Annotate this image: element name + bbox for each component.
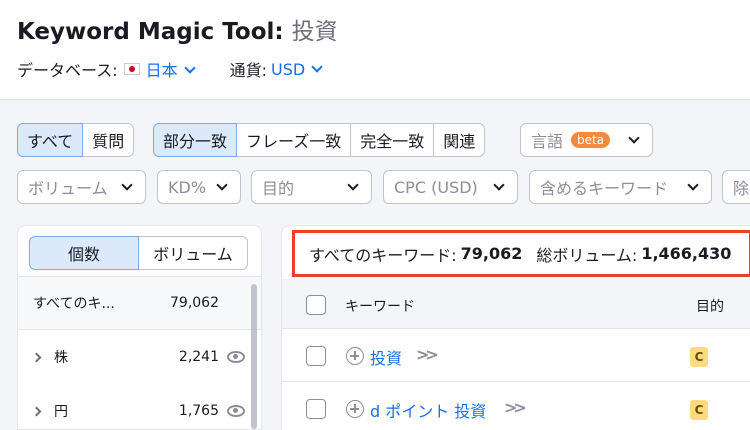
eye-icon[interactable] xyxy=(227,351,245,363)
kd-filter-label: KD% xyxy=(168,177,207,197)
tab-related[interactable]: 関連 xyxy=(433,123,486,157)
all-keywords-label: すべてのキーワード: xyxy=(309,245,457,265)
chevron-down-icon xyxy=(216,179,228,191)
currency-label: 通貨: xyxy=(229,61,268,80)
group-count: 2,241 xyxy=(178,349,219,365)
group-item[interactable]: 株 2,241 xyxy=(18,330,261,384)
total-volume-label: 総ボリューム: xyxy=(536,245,638,265)
tab-broad-match[interactable]: 部分一致 xyxy=(153,123,238,157)
group-item-all[interactable]: すべてのキ... 79,062 xyxy=(18,276,261,330)
add-to-list-icon[interactable] xyxy=(346,347,364,365)
chevron-down-icon xyxy=(493,179,505,191)
intent-badge: C xyxy=(690,347,708,367)
volume-filter-dropdown[interactable]: ボリューム xyxy=(17,170,146,204)
beta-badge: beta xyxy=(571,132,611,148)
row-checkbox[interactable] xyxy=(306,346,326,366)
kd-filter-dropdown[interactable]: KD% xyxy=(157,170,241,204)
tab-exact-match[interactable]: 完全一致 xyxy=(350,123,435,157)
sort-by-volume-button[interactable]: ボリューム xyxy=(138,236,248,270)
double-chevron-right-icon[interactable]: >> xyxy=(504,398,527,417)
question-filter-tabs: すべて 質問 xyxy=(17,123,135,157)
language-label: 言語 xyxy=(531,132,564,151)
japan-flag-icon xyxy=(123,63,140,75)
database-selector[interactable]: 日本 xyxy=(146,57,198,81)
language-dropdown[interactable]: 言語 beta xyxy=(520,123,653,157)
exclude-keywords-label: 除 xyxy=(733,179,750,198)
table-row: 投資 >> C xyxy=(282,330,750,382)
group-count: 79,062 xyxy=(170,295,219,311)
column-header-intent[interactable]: 目的 xyxy=(696,296,724,316)
group-label: 株 xyxy=(54,350,68,366)
page-title: Keyword Magic Tool: 投資 xyxy=(17,12,338,46)
keyword-groups-panel: 個数 ボリューム すべてのキ... 79,062 株 2,241 円 1,765 xyxy=(17,225,262,430)
include-keywords-label: 含めるキーワード xyxy=(540,179,669,198)
select-all-checkbox[interactable] xyxy=(306,295,326,315)
match-type-tabs: 部分一致 フレーズ一致 完全一致 関連 xyxy=(153,123,486,157)
page-header: Keyword Magic Tool: 投資 データベース: 日本 通貨: USD xyxy=(0,0,750,100)
keyword-link[interactable]: d ポイント 投資 xyxy=(370,398,486,422)
sort-by-count-button[interactable]: 個数 xyxy=(29,236,139,270)
chevron-down-icon xyxy=(183,62,196,74)
database-label: データベース: xyxy=(17,61,118,80)
double-chevron-right-icon[interactable]: >> xyxy=(416,345,439,364)
chevron-down-icon xyxy=(311,60,323,73)
group-label: 円 xyxy=(54,404,68,420)
chevron-down-icon xyxy=(687,179,699,191)
add-to-list-icon[interactable] xyxy=(346,400,364,418)
column-header-keyword[interactable]: キーワード xyxy=(345,296,415,316)
row-checkbox[interactable] xyxy=(306,399,326,419)
cpc-filter-dropdown[interactable]: CPC (USD) xyxy=(383,170,518,204)
keyword-link[interactable]: 投資 xyxy=(370,345,402,369)
table-header: キーワード 目的 xyxy=(282,279,750,329)
group-sort-toggle: 個数 ボリューム xyxy=(29,236,248,270)
group-label: すべてのキ... xyxy=(33,296,115,312)
chevron-down-icon xyxy=(628,132,640,144)
keyword-summary: すべてのキーワード: 79,062 総ボリューム: 1,466,430 xyxy=(292,230,750,277)
chevron-right-icon[interactable] xyxy=(31,406,42,416)
cpc-filter-label: CPC (USD) xyxy=(394,177,478,197)
include-keywords-dropdown[interactable]: 含めるキーワード xyxy=(529,170,712,204)
exclude-keywords-dropdown[interactable]: 除 xyxy=(722,170,750,204)
tool-title: Keyword Magic Tool: xyxy=(17,19,284,45)
intent-filter-label: 目的 xyxy=(262,179,295,198)
group-item[interactable]: 円 1,765 xyxy=(18,384,261,429)
settings-row: データベース: 日本 通貨: USD xyxy=(17,57,325,81)
chevron-down-icon xyxy=(347,179,359,191)
tab-all[interactable]: すべて xyxy=(17,123,84,157)
chevron-down-icon xyxy=(121,179,133,191)
groups-scrollbar[interactable] xyxy=(251,284,257,429)
intent-filter-dropdown[interactable]: 目的 xyxy=(251,170,372,204)
tab-questions[interactable]: 質問 xyxy=(82,123,135,157)
currency-selector[interactable]: USD xyxy=(271,60,325,79)
chevron-right-icon[interactable] xyxy=(31,352,42,362)
eye-icon[interactable] xyxy=(227,405,245,417)
intent-badge: C xyxy=(690,400,708,420)
table-row: d ポイント 投資 >> C xyxy=(282,383,750,430)
total-volume-value: 1,466,430 xyxy=(641,244,732,263)
group-count: 1,765 xyxy=(178,403,219,419)
keyword-table-panel: すべてのキーワード: 79,062 総ボリューム: 1,466,430 キーワー… xyxy=(281,225,750,430)
volume-filter-label: ボリューム xyxy=(28,179,108,198)
seed-keyword: 投資 xyxy=(291,19,338,45)
all-keywords-count: 79,062 xyxy=(460,244,523,263)
tab-phrase-match[interactable]: フレーズ一致 xyxy=(236,123,352,157)
